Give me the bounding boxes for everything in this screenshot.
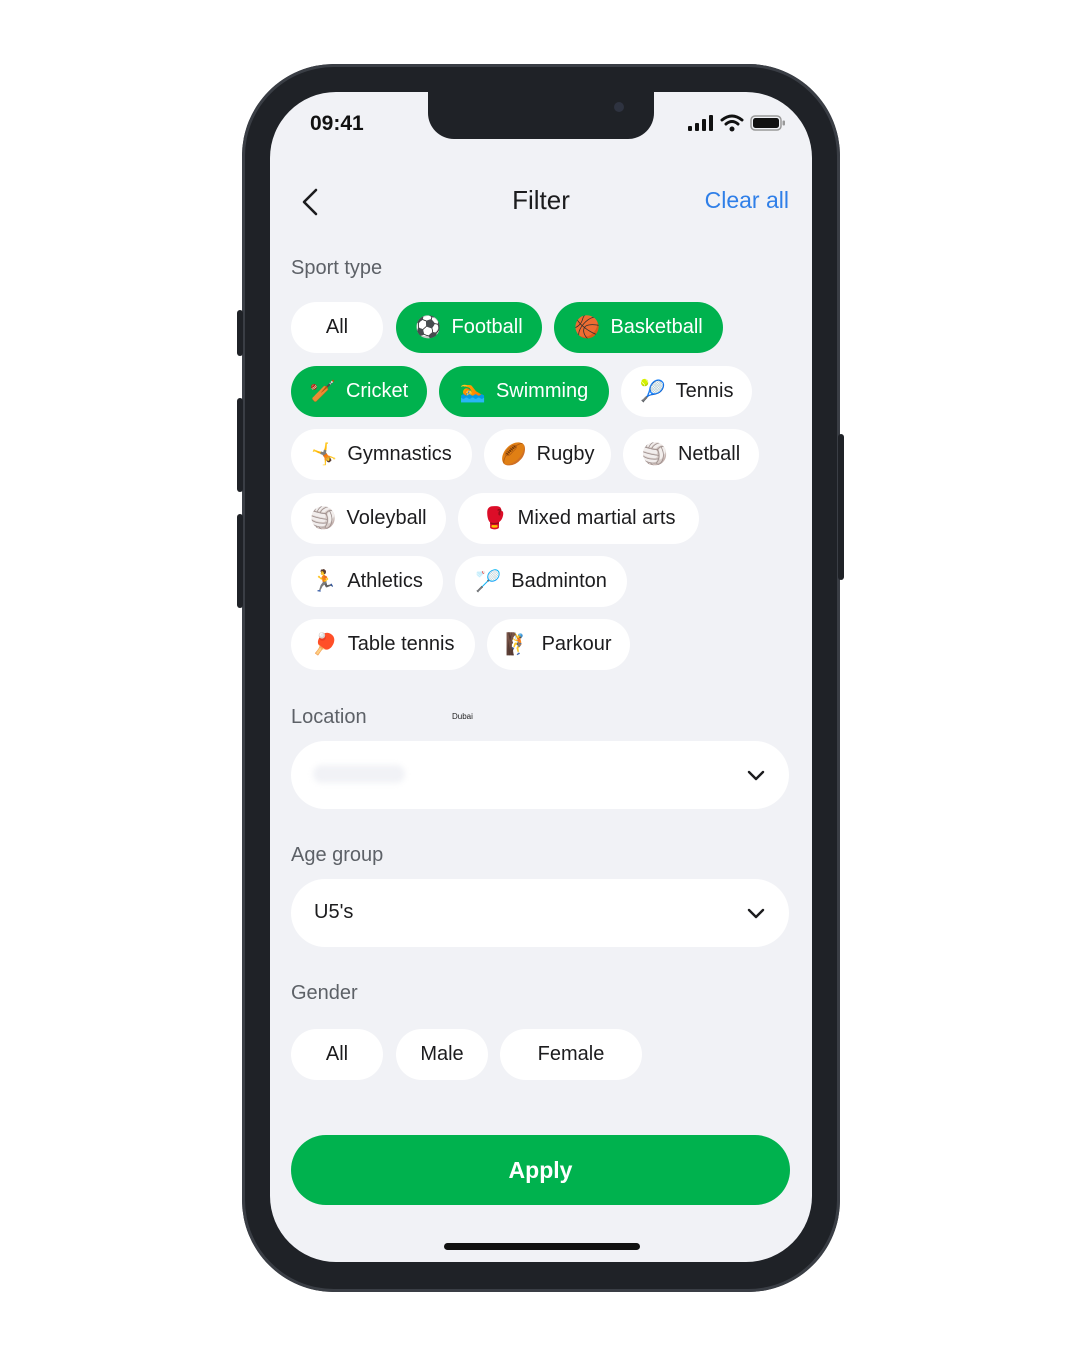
volleyball-icon: 🏐 bbox=[310, 507, 337, 530]
sport-chip-gymnastics[interactable]: 🤸 Gymnastics bbox=[291, 429, 472, 480]
gymnast-icon: 🤸 bbox=[311, 443, 338, 466]
chip-label: Table tennis bbox=[347, 633, 455, 655]
chevron-down-icon bbox=[747, 770, 765, 781]
gender-chip-male[interactable]: Male bbox=[396, 1029, 488, 1080]
chip-label: Athletics bbox=[347, 570, 423, 592]
age-group-dropdown[interactable]: U5's bbox=[291, 879, 789, 947]
age-group-value: U5's bbox=[314, 901, 354, 923]
chip-label: Male bbox=[420, 1043, 464, 1065]
climber-icon: 🧗 bbox=[505, 633, 532, 656]
location-label: Location bbox=[291, 706, 367, 728]
swimmer-icon: 🏊 bbox=[459, 380, 486, 403]
sport-chip-table-tennis[interactable]: 🏓 Table tennis bbox=[291, 619, 475, 670]
screen: 09:41 Filter Clear all Sport type All ⚽ … bbox=[270, 92, 812, 1262]
ping-pong-icon: 🏓 bbox=[311, 633, 338, 656]
status-icons bbox=[688, 114, 786, 132]
sport-type-label: Sport type bbox=[291, 257, 383, 279]
soccer-ball-icon: ⚽ bbox=[415, 316, 442, 339]
chip-label: Badminton bbox=[511, 570, 607, 592]
battery-icon bbox=[750, 115, 785, 131]
clear-all-button[interactable]: Clear all bbox=[705, 187, 789, 214]
location-dropdown[interactable] bbox=[291, 741, 789, 809]
home-indicator[interactable] bbox=[444, 1243, 640, 1250]
camera bbox=[614, 102, 624, 112]
chip-label: Female bbox=[537, 1043, 605, 1065]
sport-chip-cricket[interactable]: 🏏 Cricket bbox=[291, 366, 427, 417]
power-button bbox=[838, 434, 844, 580]
chip-label: Tennis bbox=[675, 380, 734, 402]
sport-chip-tennis[interactable]: 🎾 Tennis bbox=[621, 366, 752, 417]
volume-up-button bbox=[237, 398, 243, 492]
tennis-ball-icon: 🎾 bbox=[639, 380, 666, 403]
volume-down-button bbox=[237, 514, 243, 608]
age-group-label: Age group bbox=[291, 844, 384, 866]
sport-chip-badminton[interactable]: 🏸 Badminton bbox=[455, 556, 627, 607]
sport-chip-athletics[interactable]: 🏃 Athletics bbox=[291, 556, 443, 607]
status-time: 09:41 bbox=[310, 112, 364, 135]
sport-chip-all[interactable]: All bbox=[291, 302, 383, 353]
chip-label: Voleyball bbox=[346, 507, 427, 529]
location-placeholder bbox=[313, 765, 405, 783]
chip-label: Netball bbox=[677, 443, 741, 465]
badminton-racket-icon: 🏸 bbox=[475, 570, 502, 593]
chip-label: Cricket bbox=[345, 380, 409, 402]
rugby-ball-icon: 🏉 bbox=[500, 443, 527, 466]
basketball-icon: 🏀 bbox=[574, 316, 601, 339]
chip-label: All bbox=[325, 316, 349, 338]
chip-label: Basketball bbox=[610, 316, 703, 338]
gender-chip-all[interactable]: All bbox=[291, 1029, 383, 1080]
netball-icon: 🏐 bbox=[641, 443, 668, 466]
chip-label: Football bbox=[451, 316, 523, 338]
chip-label: All bbox=[325, 1043, 349, 1065]
chevron-down-icon bbox=[747, 908, 765, 919]
cricket-bat-icon: 🏏 bbox=[309, 380, 336, 403]
sport-chip-football[interactable]: ⚽ Football bbox=[396, 302, 542, 353]
gender-chip-female[interactable]: Female bbox=[500, 1029, 642, 1080]
sport-chip-swimming[interactable]: 🏊 Swimming bbox=[439, 366, 609, 417]
runner-icon: 🏃 bbox=[311, 570, 338, 593]
chip-label: Mixed martial arts bbox=[517, 507, 676, 529]
notch bbox=[428, 92, 654, 139]
chip-label: Parkour bbox=[541, 633, 612, 655]
chip-label: Gymnastics bbox=[347, 443, 452, 465]
sport-chip-basketball[interactable]: 🏀 Basketball bbox=[554, 302, 723, 353]
sport-chip-voleyball[interactable]: 🏐 Voleyball bbox=[291, 493, 446, 544]
apply-button[interactable]: Apply bbox=[291, 1135, 790, 1205]
chip-label: Swimming bbox=[495, 380, 589, 402]
signal-icon bbox=[688, 115, 713, 131]
wifi-icon bbox=[720, 114, 744, 132]
sport-chip-mixed-martial-arts[interactable]: 🥊 Mixed martial arts bbox=[458, 493, 699, 544]
sport-chip-parkour[interactable]: 🧗 Parkour bbox=[487, 619, 630, 670]
mute-switch bbox=[237, 310, 243, 356]
sport-chip-rugby[interactable]: 🏉 Rugby bbox=[484, 429, 611, 480]
sport-chip-netball[interactable]: 🏐 Netball bbox=[623, 429, 759, 480]
location-hint: Dubai bbox=[452, 712, 473, 721]
chip-label: Rugby bbox=[536, 443, 595, 465]
gender-label: Gender bbox=[291, 982, 358, 1004]
boxing-glove-icon: 🥊 bbox=[481, 507, 508, 530]
